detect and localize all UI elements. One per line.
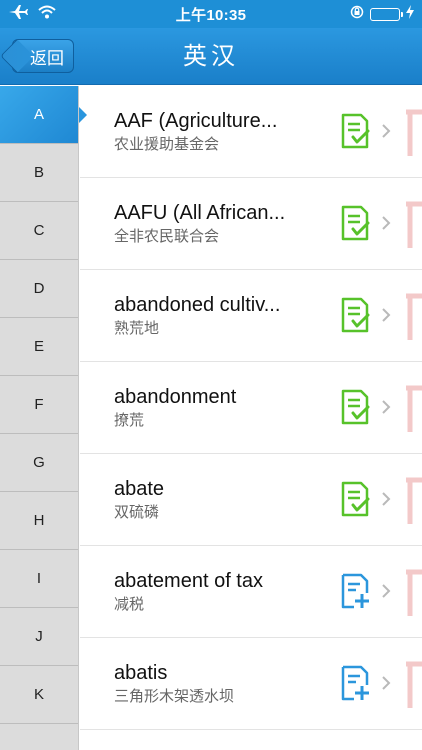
chevron-right-icon — [382, 492, 391, 506]
sidebar-letter-f[interactable]: F — [0, 376, 78, 434]
wifi-icon — [38, 5, 56, 24]
list-item[interactable]: abandonment 撩荒 — [80, 362, 422, 454]
cropped-mark-icon — [406, 201, 422, 248]
list-item[interactable]: abate 双硫磷 — [80, 454, 422, 546]
word-translation: 全非农民联合会 — [114, 228, 220, 245]
active-letter-pointer — [79, 107, 87, 123]
word-translation: 减税 — [114, 596, 145, 613]
back-arrow-icon — [0, 39, 34, 73]
word-translation: 农业援助基金会 — [114, 136, 220, 153]
sidebar-letter-b[interactable]: B — [0, 144, 78, 202]
charging-icon — [406, 4, 414, 24]
chevron-right-icon — [382, 676, 391, 690]
sidebar-letter-i[interactable]: I — [0, 550, 78, 608]
alphabet-sidebar: A B C D E F G H I J K — [0, 86, 79, 750]
sidebar-letter-j[interactable]: J — [0, 608, 78, 666]
airplane-mode-icon — [8, 4, 28, 25]
word-title: abatement of tax — [114, 570, 263, 592]
add-note-icon[interactable] — [340, 573, 370, 609]
back-button[interactable]: 返回 — [0, 39, 74, 73]
list-item[interactable]: AAF (Agriculture... 农业援助基金会 — [80, 86, 422, 178]
word-translation: 熟荒地 — [114, 320, 160, 337]
sidebar-letter-h[interactable]: H — [0, 492, 78, 550]
sidebar-letter-k[interactable]: K — [0, 666, 78, 724]
added-note-icon[interactable] — [340, 481, 370, 517]
battery-icon — [370, 7, 403, 21]
cropped-mark-icon — [406, 661, 422, 708]
cropped-mark-icon — [406, 293, 422, 340]
word-title: AAFU (All African... — [114, 202, 286, 224]
word-translation: 三角形木架透水坝 — [114, 688, 235, 705]
navigation-bar: 返回 英汉 — [0, 28, 422, 85]
word-title: abatis — [114, 662, 168, 684]
cropped-mark-icon — [406, 109, 422, 156]
list-item[interactable]: abatis 三角形木架透水坝 — [80, 638, 422, 730]
chevron-right-icon — [382, 308, 391, 322]
add-note-icon[interactable] — [340, 665, 370, 701]
status-bar: 上午10:35 — [0, 0, 422, 28]
sidebar-letter-g[interactable]: G — [0, 434, 78, 492]
chevron-right-icon — [382, 124, 391, 138]
word-title: abate — [114, 478, 165, 500]
added-note-icon[interactable] — [340, 205, 370, 241]
back-button-label: 返回 — [30, 48, 64, 68]
cropped-mark-icon — [406, 385, 422, 432]
cropped-mark-icon — [406, 569, 422, 616]
status-time: 上午10:35 — [175, 6, 247, 24]
list-item[interactable]: AAFU (All African... 全非农民联合会 — [80, 178, 422, 270]
list-item[interactable]: abatement of tax 减税 — [80, 546, 422, 638]
sidebar-letter-e[interactable]: E — [0, 318, 78, 376]
sidebar-letter-a[interactable]: A — [0, 86, 78, 144]
added-note-icon[interactable] — [340, 297, 370, 333]
chevron-right-icon — [382, 400, 391, 414]
word-list: AAF (Agriculture... 农业援助基金会 AAFU (All Af… — [80, 86, 422, 750]
rotation-lock-icon — [350, 5, 364, 24]
added-note-icon[interactable] — [340, 389, 370, 425]
list-item[interactable]: abandoned cultiv... 熟荒地 — [80, 270, 422, 362]
word-title: abandonment — [114, 386, 237, 408]
word-translation: 撩荒 — [114, 412, 145, 429]
word-title: AAF (Agriculture... — [114, 110, 278, 132]
sidebar-letter-d[interactable]: D — [0, 260, 78, 318]
cropped-mark-icon — [406, 477, 422, 524]
sidebar-letter-c[interactable]: C — [0, 202, 78, 260]
chevron-right-icon — [382, 216, 391, 230]
added-note-icon[interactable] — [340, 113, 370, 149]
word-translation: 双硫磷 — [114, 504, 160, 521]
word-title: abandoned cultiv... — [114, 294, 281, 316]
chevron-right-icon — [382, 584, 391, 598]
